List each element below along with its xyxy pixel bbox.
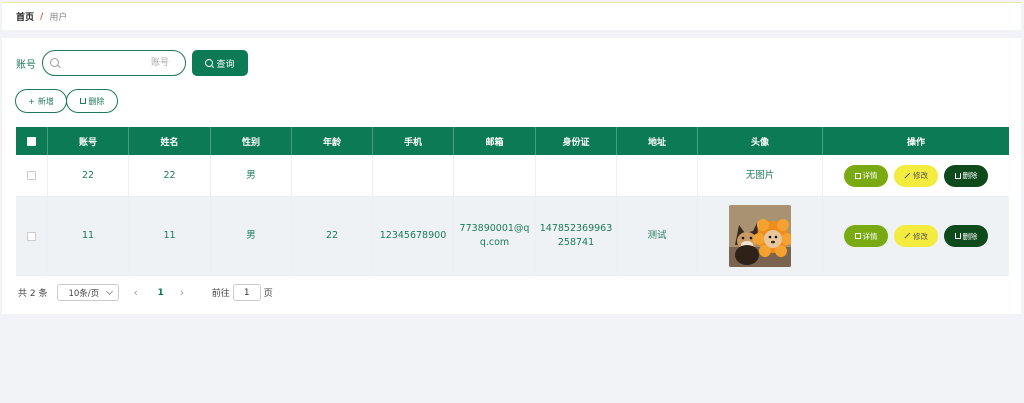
cell-age (292, 155, 373, 196)
breadcrumb: 首页 / 用户 (2, 2, 1021, 30)
header-checkbox-cell (16, 127, 48, 155)
column-header: 账号 (48, 127, 129, 155)
cell-id-card (536, 155, 617, 196)
detail-icon (854, 172, 861, 179)
column-header: 性别 (211, 127, 292, 155)
avatar[interactable] (729, 205, 791, 267)
cell-gender: 男 (211, 155, 292, 196)
select-all-checkbox[interactable] (27, 136, 36, 146)
search-icon (50, 58, 59, 67)
cell-gender: 男 (211, 197, 292, 275)
cell-email (454, 155, 536, 196)
row-checkbox-cell (16, 155, 48, 196)
table-row: 11 11 男 22 12345678900 773890001@qq.com … (16, 197, 1009, 276)
cell-operations: 详情 修改 删除 (823, 197, 1009, 275)
detail-icon (854, 233, 861, 239)
column-header: 年龄 (292, 127, 373, 155)
column-header: 头像 (698, 127, 823, 155)
cell-address: 测试 (617, 197, 698, 275)
edit-button[interactable]: 修改 (894, 225, 938, 247)
page-suffix: 页 (263, 289, 273, 299)
column-header: 身份证 (536, 127, 617, 155)
cell-account: 22 (48, 155, 129, 196)
cell-name: 22 (129, 155, 211, 196)
table-header: 账号 姓名 性别 年龄 手机 邮箱 身份证 地址 头像 操作 (16, 127, 1009, 155)
cell-email: 773890001@qq.com (454, 197, 536, 275)
pen-icon (904, 172, 911, 179)
row-delete-button[interactable]: 删除 (944, 164, 988, 187)
edit-button[interactable]: 修改 (894, 164, 938, 187)
trash-icon (954, 233, 961, 239)
cell-name: 11 (129, 197, 211, 275)
add-button-label: 新增 (37, 96, 54, 106)
trash-icon (79, 98, 86, 104)
query-button-label: 查询 (216, 59, 235, 70)
breadcrumb-home[interactable]: 首页 (16, 10, 34, 23)
cell-phone (373, 155, 454, 196)
user-table: 账号 姓名 性别 年龄 手机 邮箱 身份证 地址 头像 操作 22 22 男 无… (16, 127, 1009, 276)
row-delete-button-label: 删除 (962, 231, 978, 241)
column-header: 操作 (906, 137, 925, 148)
add-button[interactable]: + 新增 (15, 89, 67, 113)
search-label: 账号 (16, 59, 36, 71)
row-checkbox[interactable] (27, 171, 36, 180)
search-input[interactable] (43, 51, 185, 75)
chevron-right-icon[interactable]: › (180, 286, 190, 299)
detail-button-label: 详情 (862, 231, 878, 241)
column-header: 姓名 (129, 127, 211, 155)
search-input-wrapper (42, 50, 186, 76)
edit-button-label: 修改 (913, 231, 928, 241)
chevron-down-icon (106, 287, 114, 295)
pagination-total: 共 2 条 (18, 289, 48, 299)
detail-button-label: 详情 (862, 171, 878, 180)
search-bar: 账号 查询 (16, 50, 248, 76)
pagination: 共 2 条 10条/页 ‹ 1 › 前往 页 (18, 284, 273, 301)
query-button[interactable]: 查询 (192, 50, 248, 76)
table-row: 22 22 男 无图片 详情 修改 删除 (16, 155, 1009, 197)
cell-address (617, 155, 698, 196)
cell-operations: 详情 修改 删除 (823, 155, 1009, 196)
cell-phone: 12345678900 (373, 197, 454, 275)
page-size-value: 10条/页 (68, 288, 100, 299)
breadcrumb-current: 用户 (49, 13, 68, 23)
row-checkbox-cell (16, 197, 48, 275)
no-image-text: 无图片 (745, 169, 775, 181)
row-delete-button[interactable]: 删除 (944, 225, 988, 247)
goto-label: 前往 (211, 289, 230, 299)
column-header: 地址 (617, 127, 698, 155)
current-page-number[interactable]: 1 (157, 288, 163, 298)
avatar-image (729, 205, 791, 267)
cell-avatar (698, 197, 823, 275)
column-header: 手机 (373, 127, 454, 155)
trash-icon (954, 172, 961, 179)
detail-button[interactable]: 详情 (844, 225, 888, 247)
column-header: 邮箱 (454, 127, 536, 155)
plus-icon: + (28, 96, 35, 106)
edit-button-label: 修改 (913, 171, 928, 180)
row-delete-button-label: 删除 (962, 171, 978, 180)
cell-account: 11 (48, 197, 129, 275)
row-checkbox[interactable] (27, 231, 36, 241)
delete-button[interactable]: 删除 (66, 89, 118, 113)
cell-avatar: 无图片 (698, 155, 823, 196)
pen-icon (904, 233, 911, 239)
action-bar: + 新增 删除 (15, 89, 118, 113)
search-icon (205, 59, 214, 67)
page-size-select[interactable]: 10条/页 (57, 284, 120, 301)
goto-page-input[interactable] (232, 284, 261, 301)
breadcrumb-separator: / (40, 11, 44, 22)
chevron-left-icon[interactable]: ‹ (133, 286, 143, 299)
cell-id-card: 147852369963258741 (536, 197, 617, 275)
cell-age: 22 (292, 197, 373, 275)
main-panel: 账号 查询 + 新增 删除 账号 姓名 性别 年龄 手机 邮箱 身份证 (2, 38, 1021, 314)
delete-button-label: 删除 (88, 96, 105, 106)
detail-button[interactable]: 详情 (844, 164, 888, 187)
